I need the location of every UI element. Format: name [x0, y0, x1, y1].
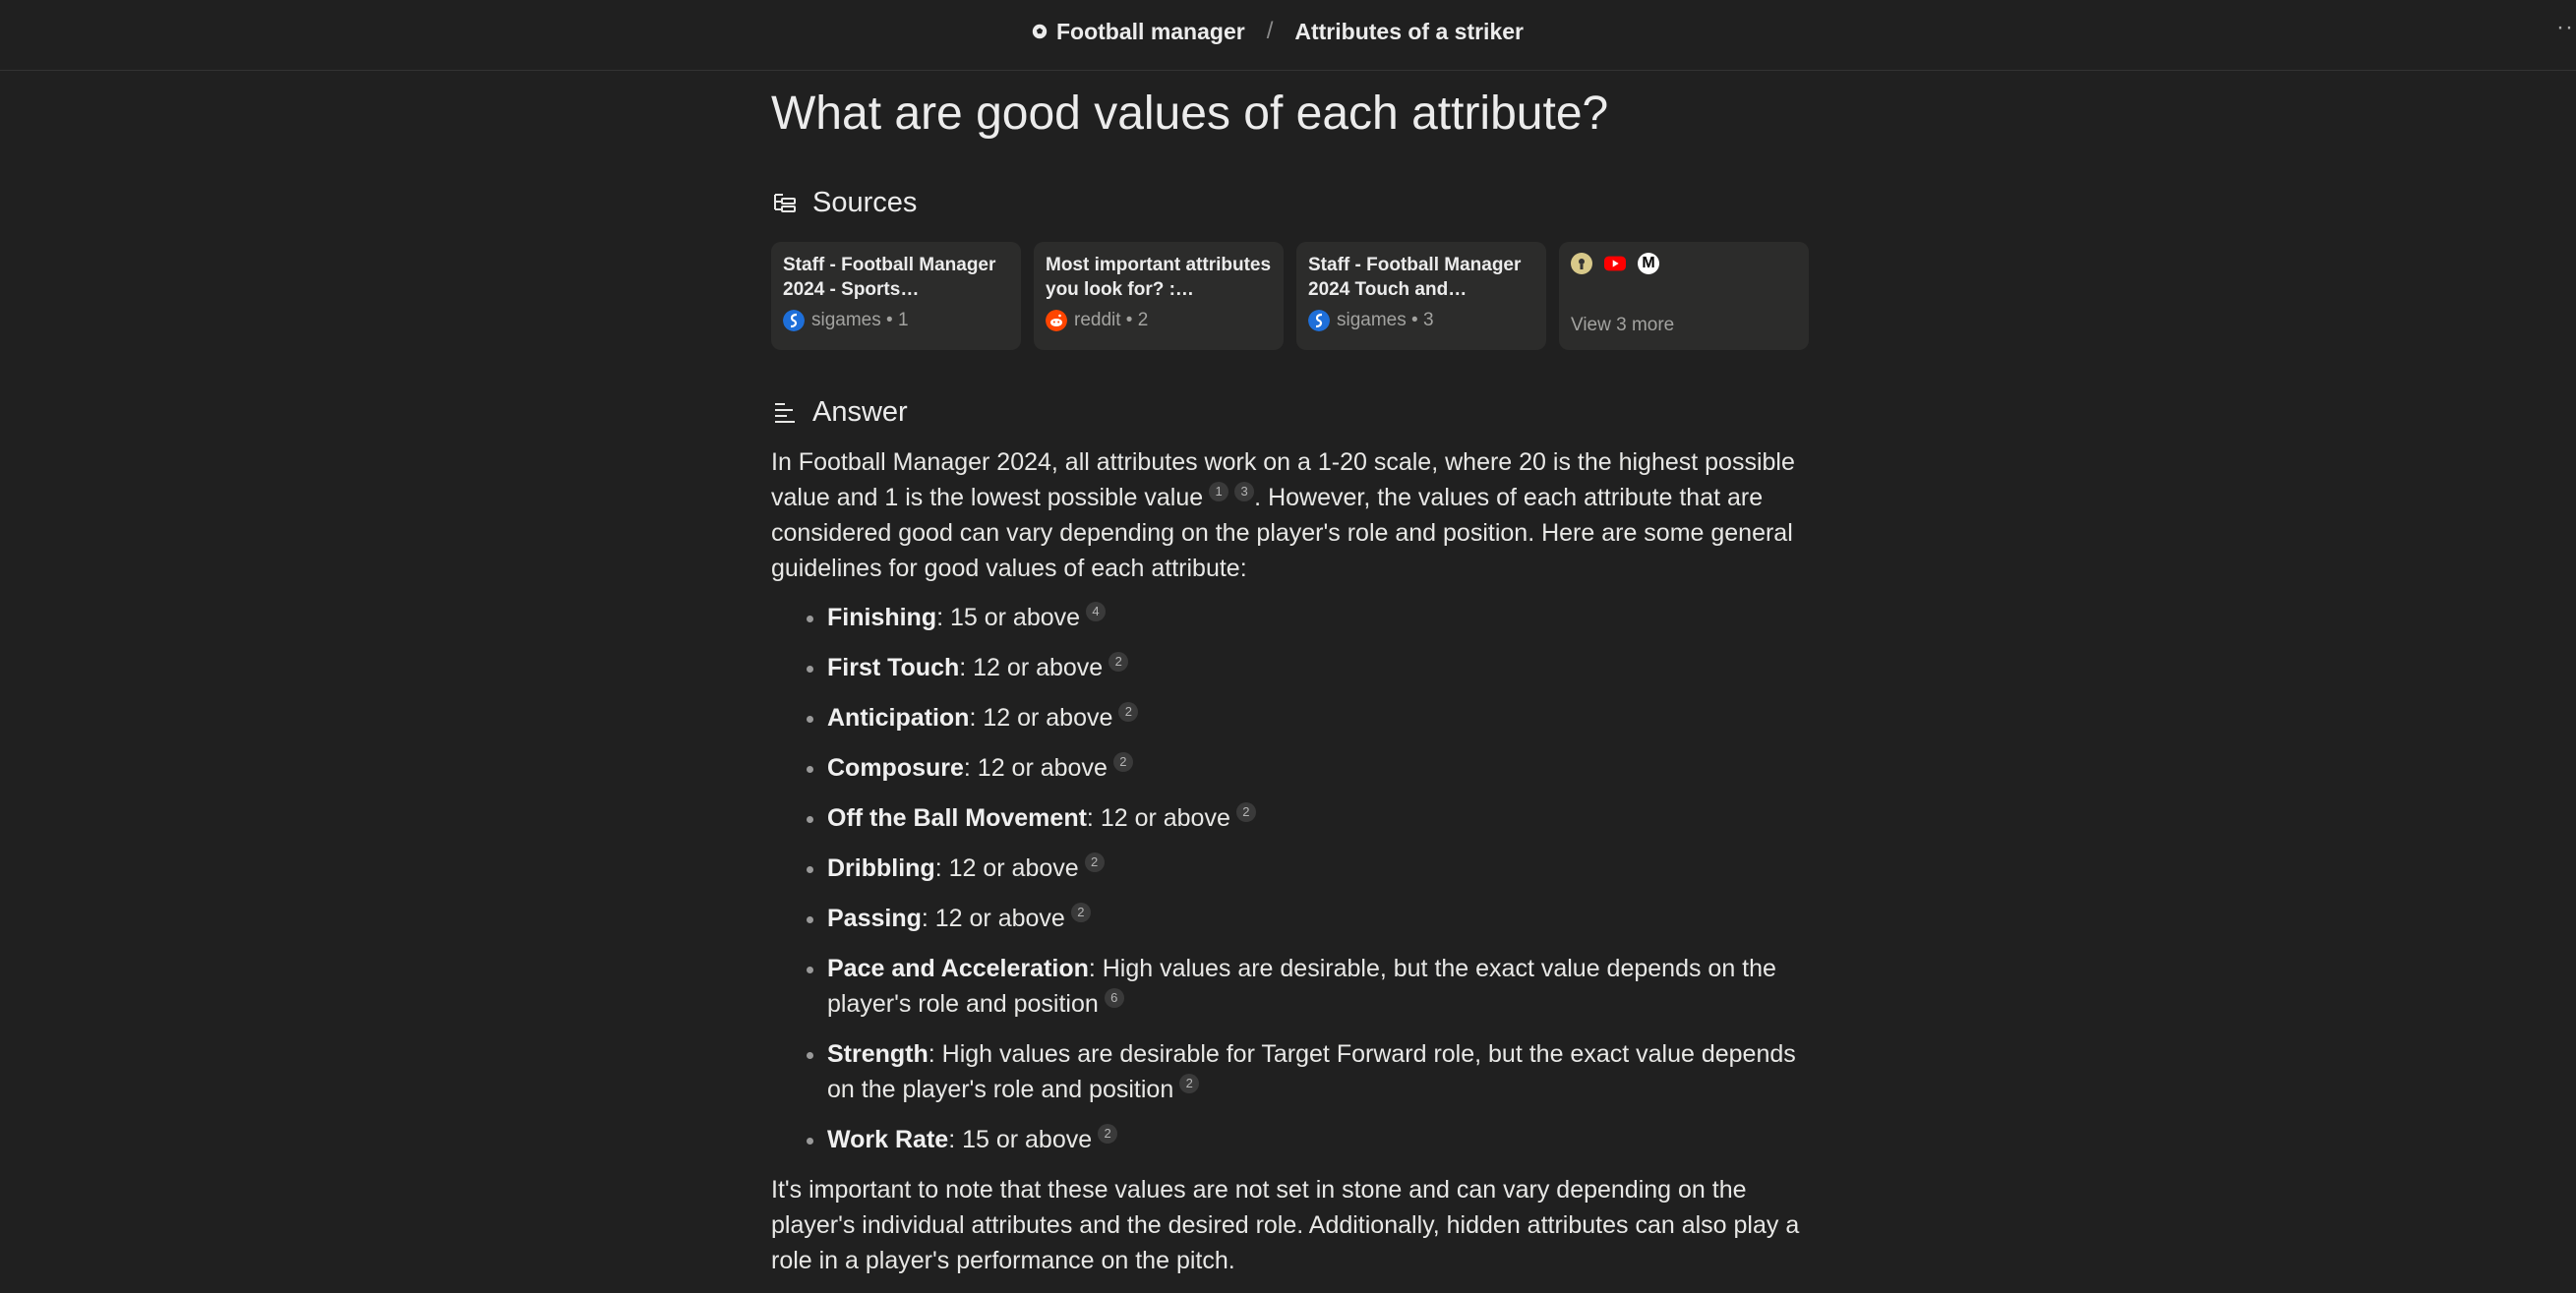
attribute-name: Strength [827, 1040, 929, 1068]
list-item: Pace and Acceleration: High values are d… [827, 951, 1812, 1022]
view-more-sources-card[interactable]: M View 3 more [1559, 242, 1809, 350]
attribute-value: : 12 or above [959, 654, 1104, 681]
citation-badge[interactable]: 2 [1112, 752, 1133, 772]
sources-icon [774, 193, 796, 212]
source-card-title: Staff - Football Manager 2024 - Sports I… [783, 255, 996, 300]
source-card-meta: sigames • 3 [1308, 310, 1534, 331]
source-dot: • [1406, 310, 1423, 330]
more-options-button[interactable]: ··· [2556, 14, 2576, 41]
source-cards: Staff - Football Manager 2024 - Sports I… [771, 242, 1809, 350]
attribute-value: : High values are desirable for Target F… [827, 1040, 1796, 1103]
source-index: 2 [1137, 310, 1149, 330]
attribute-name: Dribbling [827, 854, 935, 882]
list-item: Composure: 12 or above2 [827, 750, 1812, 786]
view-more-link[interactable]: View 3 more [1571, 315, 1674, 336]
breadcrumb-collection[interactable]: Football manager [1056, 19, 1245, 45]
sources-heading: Sources [771, 187, 917, 219]
breadcrumb: Football manager / Attributes of a strik… [1031, 16, 1524, 47]
source-card[interactable]: Staff - Football Manager 2024 - Sports I… [771, 242, 1021, 350]
attribute-name: Pace and Acceleration [827, 955, 1089, 982]
source-card-meta: reddit • 2 [1046, 310, 1272, 331]
attribute-name: First Touch [827, 654, 960, 681]
source-site: sigames [811, 310, 881, 330]
football-icon [1032, 24, 1048, 39]
source-index: 1 [897, 310, 909, 330]
attribute-value: : 12 or above [921, 905, 1065, 932]
list-item: Finishing: 15 or above 4 [827, 600, 1812, 635]
list-item: Dribbling: 12 or above2 [827, 851, 1812, 886]
citation-badge[interactable]: 2 [1098, 1124, 1118, 1144]
attribute-name: Work Rate [827, 1126, 949, 1153]
answer-icon [775, 402, 795, 423]
attribute-value: : 12 or above [963, 754, 1108, 782]
sigames-icon [1308, 310, 1330, 331]
attribute-name: Composure [827, 754, 964, 782]
question-title: What are good values of each attribute? [771, 88, 1609, 140]
answer-body: In Football Manager 2024, all attributes… [771, 444, 1812, 1278]
breadcrumb-separator: / [1266, 18, 1274, 44]
citation-badge[interactable]: 2 [1070, 903, 1091, 922]
attribute-value: : 12 or above [969, 704, 1113, 732]
answer-heading-label: Answer [812, 396, 908, 428]
sigames-icon [783, 310, 805, 331]
source-site: sigames [1337, 310, 1407, 330]
list-item: Off the Ball Movement: 12 or above2 [827, 800, 1812, 836]
attribute-value: : 12 or above [1086, 804, 1230, 832]
citation-badge[interactable]: 4 [1086, 602, 1107, 621]
source-dot: • [1120, 310, 1138, 330]
attribute-name: Anticipation [827, 704, 970, 732]
more-source-icons: M [1571, 253, 1797, 274]
attribute-value: : 12 or above [934, 854, 1079, 882]
source-dot: • [880, 310, 898, 330]
medium-icon: M [1638, 253, 1659, 274]
source-card-title: Most important attributes you look for? … [1046, 255, 1272, 300]
list-item: First Touch: 12 or above2 [827, 650, 1812, 685]
citation-badge[interactable]: 2 [1179, 1074, 1200, 1093]
attribute-value: : 15 or above [936, 604, 1081, 631]
attribute-name: Passing [827, 905, 922, 932]
source-card-meta: sigames • 1 [783, 310, 1009, 331]
source-card[interactable]: Staff - Football Manager 2024 Touch and … [1296, 242, 1546, 350]
source-card-title: Staff - Football Manager 2024 Touch and … [1308, 255, 1522, 300]
sources-heading-label: Sources [812, 187, 918, 218]
citation-badge[interactable]: 3 [1234, 482, 1255, 501]
list-item: Strength: High values are desirable for … [827, 1036, 1812, 1107]
source-index: 3 [1422, 310, 1434, 330]
source-site: reddit [1074, 310, 1121, 330]
citation-badge[interactable]: 2 [1108, 652, 1129, 672]
breadcrumb-thread[interactable]: Attributes of a striker [1294, 19, 1524, 45]
top-bar: Football manager / Attributes of a strik… [0, 0, 2576, 71]
citation-badge[interactable]: 2 [1235, 802, 1256, 822]
wiki-icon [1571, 253, 1592, 274]
attribute-list: Finishing: 15 or above4 First Touch: 12 … [771, 600, 1812, 1157]
list-item: Work Rate: 15 or above2 [827, 1122, 1812, 1157]
answer-heading: Answer [771, 396, 908, 429]
reddit-icon [1046, 310, 1067, 331]
attribute-name: Finishing [827, 604, 937, 631]
citation-badge[interactable]: 1 [1209, 482, 1229, 501]
citation-badge[interactable]: 2 [1084, 852, 1105, 872]
attribute-value: : 15 or above [948, 1126, 1093, 1153]
answer-closing: It's important to note that these values… [771, 1176, 1800, 1274]
list-item: Anticipation: 12 or above2 [827, 700, 1812, 735]
citation-badge[interactable]: 2 [1118, 702, 1139, 722]
youtube-icon [1604, 253, 1626, 274]
citation-badge[interactable]: 6 [1104, 988, 1124, 1008]
source-card[interactable]: Most important attributes you look for? … [1034, 242, 1284, 350]
attribute-name: Off the Ball Movement [827, 804, 1087, 832]
answer-intro: In Football Manager 2024, all attributes… [771, 444, 1812, 586]
list-item: Passing: 12 or above 2 [827, 901, 1812, 936]
